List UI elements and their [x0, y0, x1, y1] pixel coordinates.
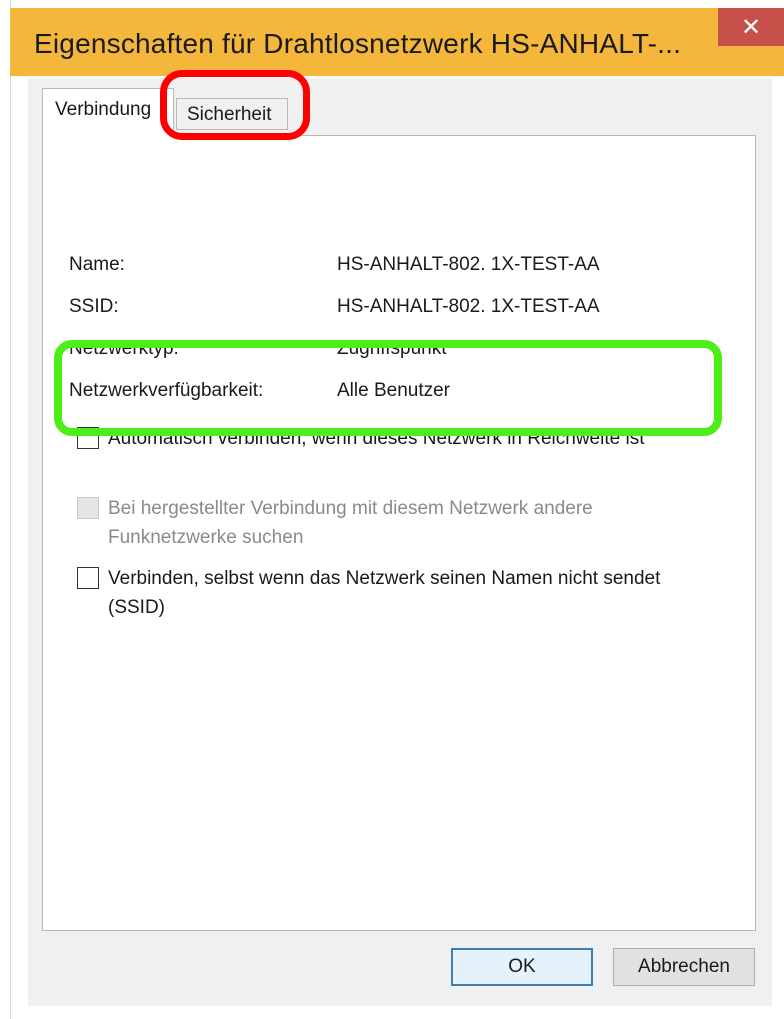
property-value: HS-ANHALT-802. 1X-TEST-AA	[337, 254, 600, 275]
search-other-networks-checkbox	[77, 497, 99, 519]
property-row-name: Name: HS-ANHALT-802. 1X-TEST-AA	[69, 254, 600, 276]
option-search-other-networks: Bei hergestellter Verbindung mit diesem …	[77, 494, 688, 552]
option-connect-hidden-ssid[interactable]: Verbinden, selbst wenn das Netzwerk sein…	[77, 564, 688, 622]
tab-verbindung[interactable]: Verbindung	[42, 88, 174, 136]
window-title: Eigenschaften für Drahtlosnetzwerk HS-AN…	[34, 28, 682, 59]
search-other-networks-label: Bei hergestellter Verbindung mit diesem …	[108, 498, 593, 548]
property-label: SSID:	[69, 296, 119, 317]
tab-panel-verbindung: Name: HS-ANHALT-802. 1X-TEST-AA SSID: HS…	[42, 135, 756, 931]
red-highlight-annotation	[160, 70, 310, 140]
close-icon: ✕	[740, 13, 762, 41]
close-button[interactable]: ✕	[718, 8, 784, 46]
title-bar[interactable]: Eigenschaften für Drahtlosnetzwerk HS-AN…	[10, 8, 784, 76]
property-row-ssid: SSID: HS-ANHALT-802. 1X-TEST-AA	[69, 296, 600, 318]
connect-hidden-ssid-label[interactable]: Verbinden, selbst wenn das Netzwerk sein…	[108, 564, 688, 622]
dialog-client-area: Verbindung Sicherheit Name: HS-ANHALT-80…	[28, 78, 772, 1006]
connect-hidden-ssid-checkbox[interactable]	[77, 567, 99, 589]
cancel-button[interactable]: Abbrechen	[613, 948, 755, 986]
ok-button[interactable]: OK	[451, 948, 593, 986]
green-highlight-annotation	[54, 340, 722, 436]
tab-verbindung-label: Verbindung	[55, 99, 152, 120]
property-value: HS-ANHALT-802. 1X-TEST-AA	[337, 296, 600, 317]
property-label: Name:	[69, 254, 125, 275]
background-window-edge	[0, 0, 11, 1019]
